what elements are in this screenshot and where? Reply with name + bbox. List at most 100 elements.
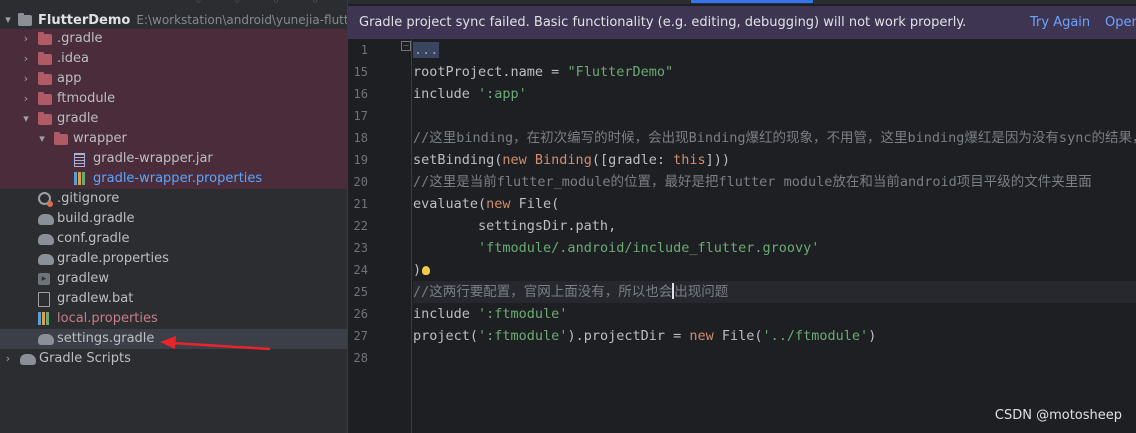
tree-item-ftmodule[interactable]: › ftmodule [0,89,347,109]
folder-icon [54,132,68,145]
tree-item-conf-gradle[interactable]: conf.gradle [0,229,347,249]
code-line[interactable]: //这里是当前flutter_module的位置，最好是把flutter mod… [413,171,1092,193]
tree-item-label: gradlew.bat [57,291,134,306]
code-editor: Gradle project sync failed. Basic functi… [347,0,1136,433]
code-token: this [673,152,706,168]
properties-file-icon [38,312,49,325]
code-token: ) [868,328,877,344]
code-line[interactable]: ) [413,259,431,281]
lightbulb-icon[interactable] [422,266,431,275]
code-line[interactable]: include ':ftmodule' [413,303,567,325]
code-token: ])) [705,152,731,168]
code-token: ) [413,262,422,278]
code-line[interactable]: rootProject.name = "FlutterDemo" [413,61,673,83]
code-line[interactable]: ... [413,39,440,61]
line-number: 23 [353,241,368,255]
line-number: 25 [353,285,368,299]
line-number: 15 [353,65,368,79]
folded-code-placeholder[interactable]: ... [413,42,440,58]
tree-item-label: .idea [57,51,89,66]
tree-item-gitignore[interactable]: .gitignore [0,189,347,209]
editor-tab-strip[interactable] [348,0,1136,4]
code-token: ':ftmodule' [478,328,568,344]
tree-item-gradlew-bat[interactable]: gradlew.bat [0,289,347,309]
code-token: File( [518,196,560,212]
gradle-scripts-icon [20,354,36,365]
code-token: 出现问题 [674,284,729,300]
line-number: 28 [353,351,368,365]
code-token: new [502,152,535,168]
line-number: 21 [353,197,368,211]
folder-icon [38,112,52,125]
tree-item-gradle[interactable]: ▾ gradle [0,109,347,129]
tree-item-wrapper[interactable]: ▾ wrapper [0,129,347,149]
active-tab-indicator [691,0,813,3]
gradle-file-icon [38,214,54,225]
chevron-down-icon[interactable]: ▾ [2,10,14,30]
line-number: 26 [353,307,368,321]
tree-item-label: local.properties [57,311,158,326]
code-line[interactable]: include ':app' [413,83,527,105]
code-token: File( [721,328,763,344]
watermark: CSDN @motosheep [994,408,1122,423]
chevron-right-icon[interactable]: › [20,69,32,89]
tree-item-gradle-wrapper-properties[interactable]: gradle-wrapper.properties [0,169,347,189]
tree-item-label: gradle-wrapper.jar [93,151,213,166]
tree-item-gradle-scripts[interactable]: › Gradle Scripts [0,349,347,369]
tree-item-local-properties[interactable]: local.properties [0,309,347,329]
line-number: 20 [353,175,368,189]
code-token: //这里binding，在初次编写的时候，会出现Binding爆红的现象，不用管… [413,130,1136,146]
tree-item-build-gradle[interactable]: build.gradle [0,209,347,229]
tree-item-label: .gradle [57,31,103,46]
try-again-link[interactable]: Try Again [1030,6,1090,39]
fold-toggle-icon[interactable]: − [401,41,411,51]
tree-item-gradlew[interactable]: ▸ gradlew [0,269,347,289]
tree-item-idea[interactable]: › .idea [0,49,347,69]
tree-item-app[interactable]: › app [0,69,347,89]
code-token: ':app' [478,86,527,102]
code-line[interactable]: evaluate(new File( [413,193,559,215]
tree-item-gradle-wrapper-jar[interactable]: gradle-wrapper.jar [0,149,347,169]
code-line[interactable]: setBinding(new Binding([gradle: this])) [413,149,730,171]
tree-item-settings-gradle[interactable]: settings.gradle [0,329,347,349]
code-token: "FlutterDemo" [567,64,674,80]
gitignore-file-icon [38,192,53,207]
tree-item-label: .gitignore [57,191,120,206]
folder-icon [38,52,52,65]
gradle-file-icon [38,334,54,345]
tree-item-label: gradle.properties [57,251,169,266]
open-link[interactable]: Open [1105,6,1136,39]
code-line[interactable]: settingsDir.path, [413,215,616,237]
tree-toolbar-icons[interactable]: ◦ ◦ ◦ ◦ [195,0,333,8]
chevron-down-icon[interactable]: ▾ [20,109,32,129]
tree-root-row[interactable]: ▾ FlutterDemo E:\workstation\android\yune… [0,10,347,30]
code-line[interactable]: 'ftmodule/.android/include_flutter.groov… [413,237,819,259]
code-line[interactable]: project(':ftmodule').projectDir = new Fi… [413,325,876,347]
project-name: FlutterDemo [38,13,131,28]
fold-gutter-line [411,39,412,433]
line-number: 17 [353,109,368,123]
tree-item-label: build.gradle [57,211,135,226]
chevron-down-icon[interactable]: ▾ [36,129,48,149]
chevron-right-icon[interactable]: › [20,29,32,49]
chevron-right-icon[interactable]: › [20,49,32,69]
code-area[interactable]: ... rootProject.name = "FlutterDemo" inclu… [413,39,1136,433]
code-line[interactable]: //这里binding，在初次编写的时候，会出现Binding爆红的现象，不用管… [413,127,1136,149]
code-token: ).projectDir = [567,328,690,344]
gradle-file-icon [38,234,54,245]
folder-icon [38,72,52,85]
chevron-right-icon[interactable]: › [20,89,32,109]
project-path: E:\workstation\android\yunejia-flutter- [136,13,347,27]
code-token: ([gradle: [591,152,674,168]
line-number: 24 [353,263,368,277]
tree-item-gradle-properties[interactable]: gradle.properties [0,249,347,269]
tree-item-gradle[interactable]: › .gradle [0,29,347,49]
code-line[interactable]: //这两行要配置，官网上面没有，所以也会 出现问题 [413,281,1136,303]
tree-item-label: settings.gradle [57,331,155,346]
chevron-right-icon[interactable]: › [2,349,14,369]
code-token: new [486,196,519,212]
tree-item-label: conf.gradle [57,231,130,246]
line-number-gutter[interactable]: 1 15 16 17 18 19 20 21 22 23 24 25 26 27 28 [348,39,398,433]
code-token: include [413,306,479,322]
